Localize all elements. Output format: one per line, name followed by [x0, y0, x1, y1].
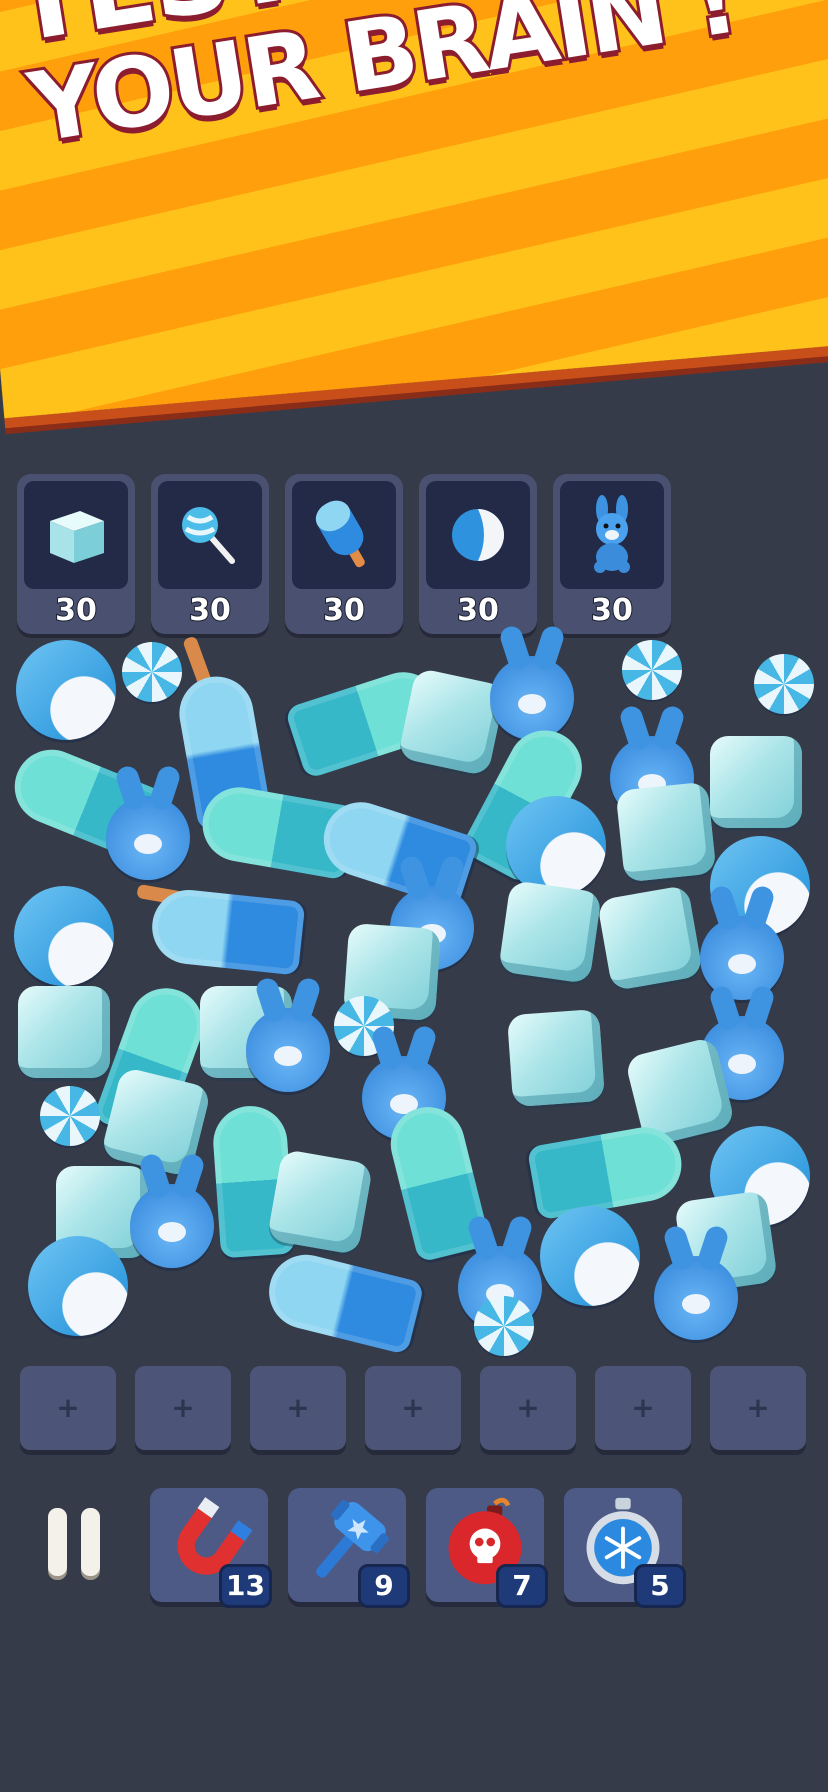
goal-tile-bunny-toy: 30 — [553, 474, 671, 634]
ice-cube-item[interactable] — [266, 1148, 374, 1256]
bunny-toy-icon — [594, 495, 630, 573]
goal-tile-beach-ball: 30 — [419, 474, 537, 634]
tray-slot[interactable]: + — [250, 1366, 346, 1450]
goal-count: 30 — [188, 592, 232, 629]
lollipop-item[interactable] — [622, 640, 682, 700]
tray-slot[interactable]: + — [595, 1366, 691, 1450]
booster-count: 9 — [358, 1564, 410, 1608]
pause-icon — [48, 1508, 67, 1576]
item-pile — [3, 635, 818, 1356]
plus-icon: + — [56, 1391, 80, 1424]
beach-ball-icon — [452, 509, 504, 561]
popsicle-item[interactable] — [148, 886, 306, 976]
pause-button[interactable] — [48, 1508, 104, 1580]
plus-icon: + — [746, 1391, 770, 1424]
booster-hammer-button[interactable]: 9 — [288, 1488, 410, 1608]
booster-bomb-button[interactable]: 7 — [426, 1488, 548, 1608]
lollipop-item[interactable] — [754, 654, 814, 714]
popsicle-item[interactable] — [261, 1246, 425, 1356]
ice-cube-item[interactable] — [615, 781, 717, 883]
goal-count: 30 — [322, 592, 366, 629]
tray-slot[interactable]: + — [480, 1366, 576, 1450]
goal-count: 30 — [54, 592, 98, 629]
bunny-toy-item[interactable] — [106, 796, 190, 880]
goal-tiles: 30 30 30 30 30 — [17, 474, 677, 634]
popsicle-item[interactable] — [526, 1121, 688, 1221]
booster-magnet-button[interactable]: 13 — [150, 1488, 272, 1608]
plus-icon: + — [401, 1391, 425, 1424]
bunny-toy-item[interactable] — [700, 916, 784, 1000]
lollipop-item[interactable] — [122, 642, 182, 702]
booster-freeze-button[interactable]: 5 — [564, 1488, 686, 1608]
booster-count: 13 — [219, 1564, 272, 1608]
ice-cube-item[interactable] — [506, 1008, 606, 1108]
ice-cube-item[interactable] — [498, 880, 602, 984]
beach-ball-item[interactable] — [540, 1206, 640, 1306]
beach-ball-item[interactable] — [14, 886, 114, 986]
goal-tile-lollipop: 30 — [151, 474, 269, 634]
beach-ball-item[interactable] — [28, 1236, 128, 1336]
plus-icon: + — [516, 1391, 540, 1424]
tray-slot[interactable]: + — [365, 1366, 461, 1450]
beach-ball-item[interactable] — [16, 640, 116, 740]
beach-ball-item[interactable] — [506, 796, 606, 896]
ice-cube-icon — [50, 511, 104, 563]
bunny-toy-item[interactable] — [130, 1184, 214, 1268]
lollipop-item[interactable] — [474, 1296, 534, 1356]
plus-icon: + — [631, 1391, 655, 1424]
ice-cube-item[interactable] — [710, 736, 802, 828]
goal-count: 30 — [456, 592, 500, 629]
plus-icon: + — [286, 1391, 310, 1424]
collection-tray: + + + + + + + — [20, 1366, 810, 1456]
booster-count: 5 — [634, 1564, 686, 1608]
tray-slot[interactable]: + — [710, 1366, 806, 1450]
tray-slot[interactable]: + — [135, 1366, 231, 1450]
ice-cube-item[interactable] — [397, 667, 507, 777]
tray-slot[interactable]: + — [20, 1366, 116, 1450]
bunny-toy-item[interactable] — [490, 656, 574, 740]
goal-count: 30 — [590, 592, 634, 629]
promo-headline: TEST YOUR BRAIN ! — [0, 0, 745, 168]
goal-tile-popsicle: 30 — [285, 474, 403, 634]
lollipop-icon — [182, 507, 235, 564]
goal-tile-ice-cube: 30 — [17, 474, 135, 634]
bunny-toy-item[interactable] — [654, 1256, 738, 1340]
popsicle-icon — [315, 500, 365, 568]
plus-icon: + — [171, 1391, 195, 1424]
promo-banner: TEST YOUR BRAIN ! — [0, 0, 828, 419]
booster-count: 7 — [496, 1564, 548, 1608]
bunny-toy-item[interactable] — [246, 1008, 330, 1092]
ice-cube-item[interactable] — [596, 884, 704, 992]
lollipop-item[interactable] — [40, 1086, 100, 1146]
ice-cube-item[interactable] — [18, 986, 110, 1078]
